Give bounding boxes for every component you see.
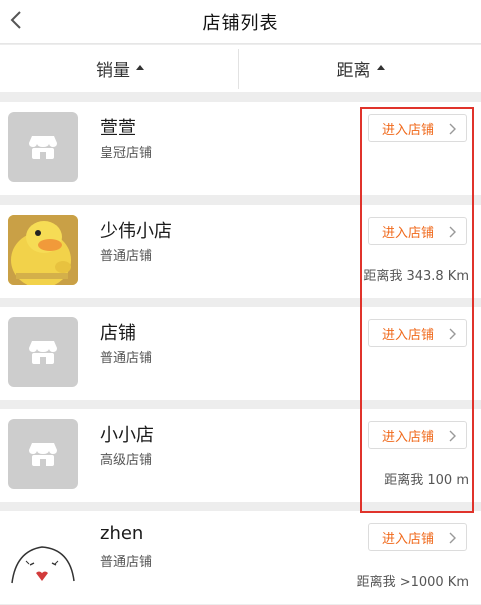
chevron-right-icon	[449, 532, 456, 544]
sort-by-distance-label: 距离	[336, 61, 371, 81]
sort-by-sales-label: 销量	[96, 61, 130, 81]
shop-avatar	[8, 215, 78, 285]
nav-bar: 店铺列表	[0, 0, 481, 44]
store-icon	[29, 136, 57, 159]
shop-distance: 距离我 >1000 Km	[356, 575, 469, 590]
shop-level: 普通店铺	[100, 555, 153, 570]
enter-shop-button[interactable]: 进入店铺	[368, 523, 467, 551]
enter-shop-button[interactable]: 进入店铺	[368, 319, 467, 347]
chevron-right-icon	[449, 430, 456, 442]
cartoon-sketch-icon	[11, 546, 75, 584]
shop-row[interactable]: 店铺 普通店铺 进入店铺	[0, 307, 481, 400]
enter-shop-button[interactable]: 进入店铺	[368, 217, 467, 245]
store-icon	[29, 443, 57, 466]
caret-up-icon	[376, 65, 385, 70]
duck-photo-icon	[8, 215, 78, 285]
shop-name: 小小店	[100, 425, 154, 446]
enter-shop-button[interactable]: 进入店铺	[368, 114, 467, 142]
chevron-right-icon	[449, 226, 456, 238]
shop-avatar	[8, 521, 78, 591]
shop-avatar	[8, 419, 78, 489]
shop-avatar	[8, 317, 78, 387]
chevron-right-icon	[449, 328, 456, 340]
enter-shop-label: 进入店铺	[382, 225, 435, 241]
chevron-right-icon	[449, 123, 456, 135]
shop-name: 萱萱	[100, 118, 136, 139]
shop-row[interactable]: 小小店 高级店铺 进入店铺 距离我 100 m	[0, 409, 481, 502]
shop-name: 店铺	[100, 323, 136, 344]
shop-row[interactable]: 萱萱 皇冠店铺 进入店铺	[0, 102, 481, 195]
divider	[238, 49, 239, 89]
shop-level: 普通店铺	[100, 249, 153, 264]
enter-shop-label: 进入店铺	[382, 531, 435, 547]
shop-avatar	[8, 112, 78, 182]
sort-by-sales-tab[interactable]: 销量	[0, 45, 240, 92]
enter-shop-label: 进入店铺	[382, 327, 435, 343]
page-title: 店铺列表	[202, 13, 279, 34]
shop-row[interactable]: zhen 普通店铺 进入店铺 距离我 >1000 Km	[0, 511, 481, 604]
store-icon	[29, 341, 57, 364]
shop-name: zhen	[100, 523, 144, 544]
enter-shop-button[interactable]: 进入店铺	[368, 421, 467, 449]
shop-level: 高级店铺	[100, 453, 153, 468]
shop-name: 少伟小店	[100, 221, 172, 242]
caret-up-icon	[136, 65, 144, 70]
shop-level: 皇冠店铺	[100, 146, 153, 161]
enter-shop-label: 进入店铺	[382, 429, 435, 445]
sort-by-distance-tab[interactable]: 距离	[240, 45, 481, 92]
shop-level: 普通店铺	[100, 351, 153, 366]
shop-distance: 距离我 343.8 Km	[363, 269, 469, 284]
sort-bar: 销量 距离	[0, 45, 481, 92]
shop-row[interactable]: 少伟小店 普通店铺 进入店铺 距离我 343.8 Km	[0, 205, 481, 298]
shop-distance: 距离我 100 m	[384, 473, 469, 488]
enter-shop-label: 进入店铺	[382, 122, 435, 138]
